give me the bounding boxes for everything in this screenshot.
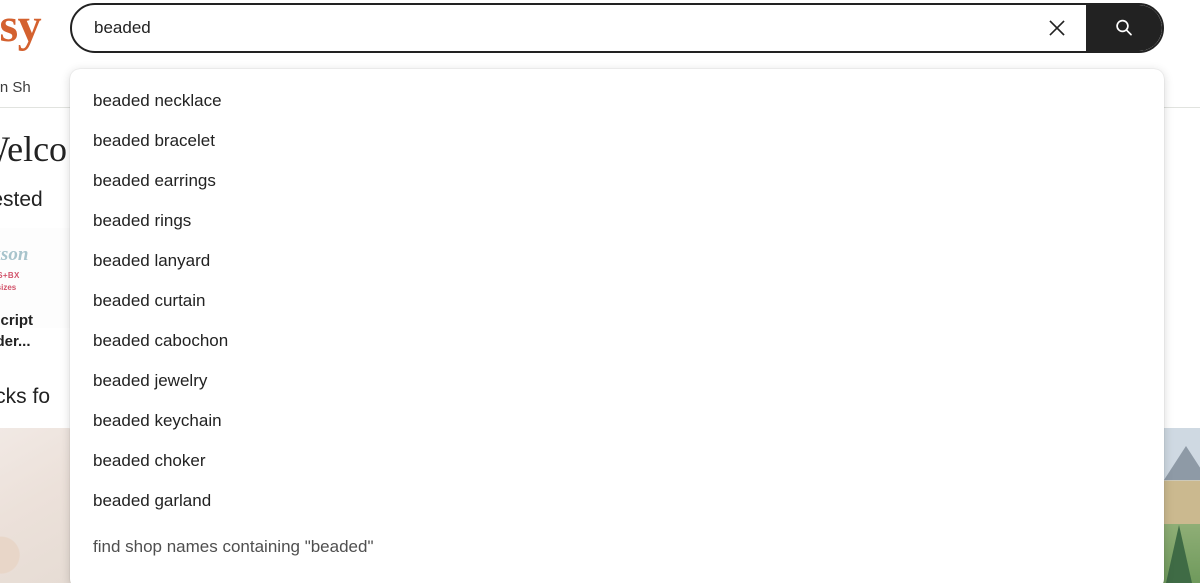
search-input[interactable]: [72, 5, 1028, 51]
suggestion-item[interactable]: beaded jewelry: [70, 361, 1164, 401]
find-shop-names-item[interactable]: find shop names containing "beaded": [70, 527, 1164, 567]
suggestion-item[interactable]: beaded choker: [70, 441, 1164, 481]
product-format-label: PES+BX: [0, 271, 20, 280]
suggestion-item[interactable]: beaded keychain: [70, 401, 1164, 441]
site-header: tsy: [0, 0, 1200, 68]
suggestion-item[interactable]: beaded curtain: [70, 281, 1164, 321]
suggestion-item[interactable]: beaded rings: [70, 201, 1164, 241]
product-thumbnail-landscape[interactable]: [1158, 428, 1200, 583]
suggested-heading: ggested: [0, 188, 43, 211]
suggestion-item[interactable]: beaded necklace: [70, 81, 1164, 121]
suggestion-item[interactable]: beaded cabochon: [70, 321, 1164, 361]
search-suggestions-dropdown[interactable]: beaded necklace beaded bracelet beaded e…: [70, 69, 1164, 583]
landscape-tree: [1166, 525, 1192, 583]
close-x-icon: [1049, 20, 1065, 36]
landscape-mountain: [1164, 446, 1200, 480]
welcome-heading: Welco: [0, 129, 68, 169]
product-script-text: Jackson: [0, 244, 29, 265]
suggestion-item[interactable]: beaded garland: [70, 481, 1164, 521]
clear-search-button[interactable]: [1028, 5, 1086, 51]
magnifying-glass-icon: [1116, 19, 1132, 36]
suggestion-item[interactable]: beaded bracelet: [70, 121, 1164, 161]
picks-heading: r picks fo: [0, 385, 51, 408]
product-thumbnail-floral[interactable]: [0, 428, 74, 583]
search-form[interactable]: [70, 3, 1164, 53]
etsy-logo[interactable]: tsy: [0, 0, 42, 54]
suggestion-item[interactable]: beaded lanyard: [70, 241, 1164, 281]
nav-item-halloween-shop[interactable]: oween Sh: [0, 79, 31, 96]
search-submit-button[interactable]: [1086, 5, 1162, 51]
suggestion-item[interactable]: beaded earrings: [70, 161, 1164, 201]
product-sizes-label: 5 sizes: [0, 283, 17, 292]
